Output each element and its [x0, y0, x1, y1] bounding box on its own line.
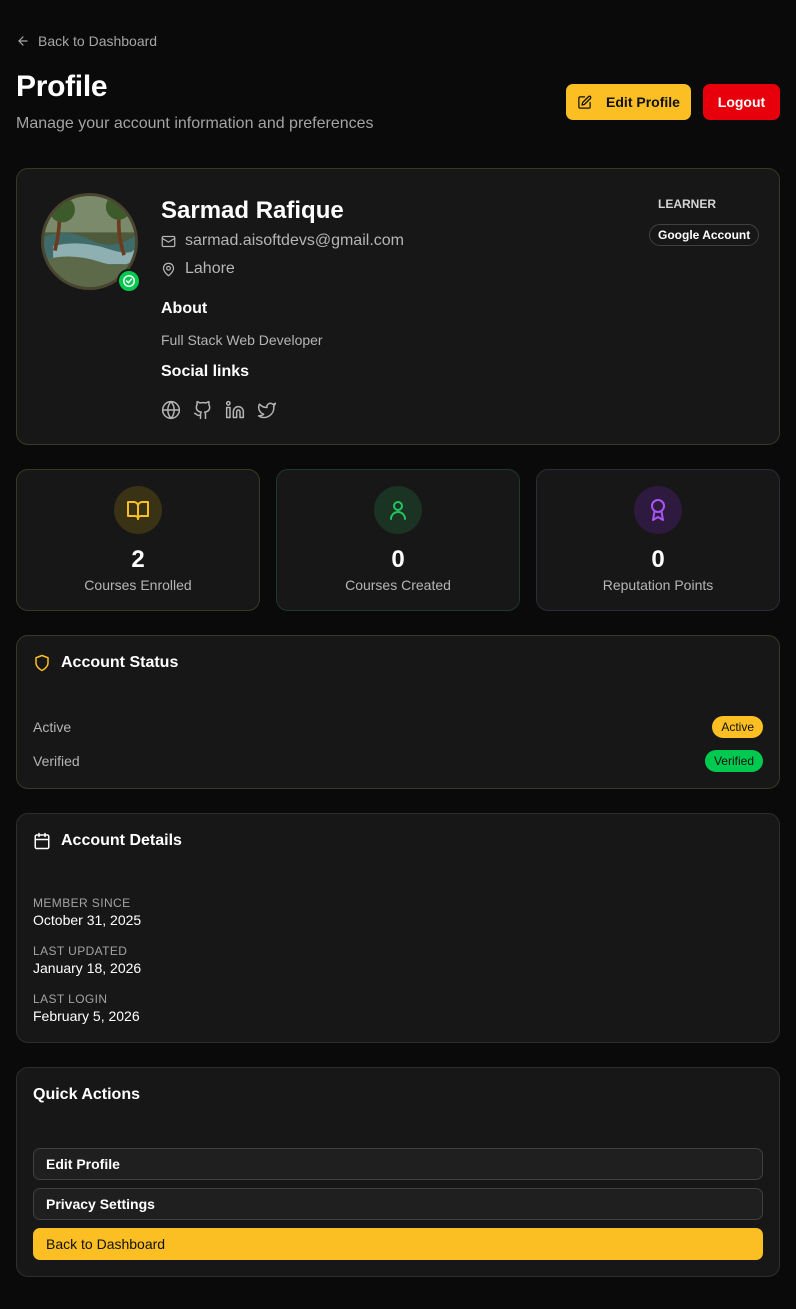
- quick-actions-card: Quick Actions Edit Profile Privacy Setti…: [16, 1067, 780, 1277]
- stat-card-courses-enrolled: 2 Courses Enrolled: [16, 469, 260, 611]
- account-details-card: Account Details MEMBER SINCE October 31,…: [16, 813, 780, 1043]
- profile-card: Sarmad Rafique sarmad.aisoftdevs@gmail.c…: [16, 168, 780, 445]
- about-text: Full Stack Web Developer: [161, 332, 323, 348]
- user-icon: [374, 486, 422, 534]
- award-icon: [634, 486, 682, 534]
- social-links-heading: Social links: [161, 363, 250, 380]
- status-badge: Active: [712, 716, 763, 738]
- quick-actions-title: Quick Actions: [33, 1086, 140, 1103]
- stat-value: 0: [651, 546, 665, 573]
- social-links: [161, 400, 277, 420]
- status-row-active: Active Active: [33, 716, 763, 738]
- shield-icon: [35, 654, 49, 672]
- verified-badge: [117, 269, 141, 293]
- account-type-badge: Google Account: [649, 224, 760, 246]
- edit-profile-label: Edit Profile: [606, 94, 680, 110]
- account-details-title: Account Details: [61, 832, 182, 849]
- location-text: Lahore: [185, 260, 235, 277]
- mail-icon: [161, 235, 176, 247]
- calendar-icon: [34, 832, 50, 850]
- status-label: Verified: [33, 753, 80, 769]
- page-title: Profile: [16, 70, 108, 103]
- back-to-dashboard-link[interactable]: Back to Dashboard: [16, 33, 157, 49]
- detail-value: February 5, 2026: [33, 1008, 140, 1024]
- user-name: Sarmad Rafique: [161, 197, 344, 224]
- github-icon[interactable]: [193, 400, 213, 420]
- status-badge: Verified: [704, 750, 763, 772]
- status-label: Active: [33, 719, 72, 735]
- location-row: Lahore: [161, 260, 235, 278]
- edit-profile-button[interactable]: Edit Profile: [566, 84, 691, 120]
- role-label: LEARNER: [658, 197, 717, 211]
- email-row: sarmad.aisoftdevs@gmail.com: [161, 232, 404, 250]
- page-subtitle: Manage your account information and pref…: [16, 115, 374, 132]
- detail-value: October 31, 2025: [33, 912, 142, 928]
- book-open-icon: [114, 486, 162, 534]
- status-row-verified: Verified Verified: [33, 750, 763, 772]
- check-circle-icon: [123, 275, 135, 287]
- stat-label: Reputation Points: [602, 577, 714, 593]
- stat-card-courses-created: 0 Courses Created: [276, 469, 520, 611]
- account-status-card: Account Status Active Active Verified Ve…: [16, 635, 780, 789]
- logout-button[interactable]: Logout: [703, 84, 780, 120]
- edit-icon: [578, 95, 592, 109]
- globe-icon[interactable]: [161, 400, 181, 420]
- detail-label: LAST LOGIN: [33, 992, 108, 1006]
- stat-value: 2: [131, 546, 145, 573]
- account-details-heading: Account Details: [33, 832, 182, 850]
- account-status-heading: Account Status: [33, 654, 178, 672]
- detail-label: MEMBER SINCE: [33, 896, 131, 910]
- back-link-label: Back to Dashboard: [38, 33, 158, 49]
- stat-card-reputation-points: 0 Reputation Points: [536, 469, 780, 611]
- stat-label: Courses Enrolled: [84, 577, 192, 593]
- account-status-title: Account Status: [61, 654, 179, 671]
- quick-edit-profile-button[interactable]: Edit Profile: [33, 1148, 763, 1180]
- about-heading: About: [161, 300, 208, 317]
- privacy-settings-button[interactable]: Privacy Settings: [33, 1188, 763, 1220]
- detail-label: LAST UPDATED: [33, 944, 128, 958]
- email-text: sarmad.aisoftdevs@gmail.com: [185, 232, 404, 249]
- detail-value: January 18, 2026: [33, 960, 142, 976]
- map-pin-icon: [162, 262, 175, 276]
- arrow-left-icon: [18, 36, 28, 46]
- stat-label: Courses Created: [345, 577, 451, 593]
- quick-back-to-dashboard-button[interactable]: Back to Dashboard: [33, 1228, 763, 1260]
- linkedin-icon[interactable]: [225, 400, 245, 420]
- twitter-icon[interactable]: [257, 400, 277, 420]
- stat-value: 0: [391, 546, 405, 573]
